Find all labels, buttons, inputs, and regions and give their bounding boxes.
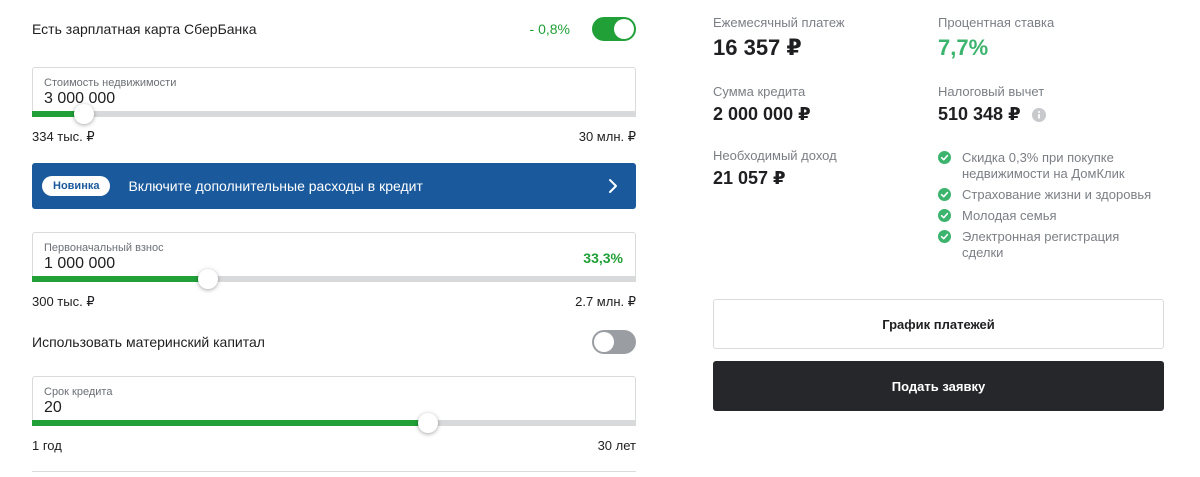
loan-term-input[interactable]: 20 [44,399,62,417]
loan-amount: Сумма кредита 2 000 000 ₽ [713,84,811,125]
tax-deduction: Налоговый вычет 510 348 ₽ [938,84,1046,125]
salary-card-label: Есть зарплатная карта СберБанка [32,21,257,37]
check-circle-icon [938,230,951,243]
promo-banner[interactable]: Новинка Включите дополнительные расходы … [32,163,636,209]
loan-term-label: Срок кредита [44,386,113,398]
down-payment-input[interactable]: 1 000 000 [44,255,115,273]
maternity-capital-label: Использовать материнский капитал [32,334,265,350]
down-payment-label: Первоначальный взнос [44,242,164,254]
range-max: 2.7 млн. ₽ [575,294,636,309]
benefit-text: Молодая семья [962,208,1057,223]
benefit-text: Страхование жизни и здоровья [962,187,1152,202]
loan-term-slider[interactable] [32,413,636,433]
salary-card-row: Есть зарплатная карта СберБанка - 0,8% [32,16,636,42]
list-item: Электронная регистрация сделки [938,229,1164,261]
tax-deduction-value: 510 348 ₽ [938,104,1021,124]
down-payment-range: 300 тыс. ₽ 2.7 млн. ₽ [32,294,636,310]
monthly-payment-value: 16 357 ₽ [713,35,802,60]
range-max: 30 млн. ₽ [578,129,636,144]
monthly-payment: Ежемесячный платеж 16 357 ₽ [713,15,845,61]
property-cost-slider[interactable] [32,104,636,124]
salary-card-discount: - 0,8% [529,21,570,37]
check-circle-icon [938,209,951,222]
divider [32,471,636,472]
range-min: 1 год [32,438,62,453]
toggle-knob [594,332,614,352]
calculator-form: Есть зарплатная карта СберБанка - 0,8% С… [32,0,636,477]
monthly-payment-label: Ежемесячный платеж [713,15,845,30]
loan-amount-value: 2 000 000 ₽ [713,104,811,124]
property-cost-range: 334 тыс. ₽ 30 млн. ₽ [32,129,636,145]
required-income-value: 21 057 ₽ [713,168,786,188]
list-item: Страхование жизни и здоровья [938,187,1164,203]
slider-thumb[interactable] [198,269,219,289]
new-badge: Новинка [42,176,111,196]
check-circle-icon [938,151,951,164]
benefit-text: Скидка 0,3% при покупке недвижимости на … [962,150,1125,181]
benefit-text: Электронная регистрация сделки [962,229,1120,260]
range-max: 30 лет [597,438,636,453]
range-min: 334 тыс. ₽ [32,129,95,144]
toggle-knob [614,19,634,39]
interest-rate-value: 7,7% [938,35,989,60]
check-circle-icon [938,188,951,201]
chevron-right-icon [609,179,617,193]
benefits-list: Скидка 0,3% при покупке недвижимости на … [938,150,1164,266]
loan-term-field[interactable]: Срок кредита 20 [32,376,636,433]
apply-button[interactable]: Подать заявку [713,361,1164,411]
list-item: Скидка 0,3% при покупке недвижимости на … [938,150,1164,182]
slider-thumb[interactable] [417,413,438,433]
info-icon[interactable] [1031,108,1046,123]
down-payment-field[interactable]: Первоначальный взнос 1 000 000 33,3% [32,232,636,289]
slider-fill [32,276,209,282]
slider-thumb[interactable] [73,104,94,124]
promo-text: Включите дополнительные расходы в кредит [128,178,423,194]
loan-summary: Ежемесячный платеж 16 357 ₽ Процентная с… [713,0,1164,477]
required-income-label: Необходимый доход [713,148,837,163]
loan-term-range: 1 год 30 лет [32,438,636,453]
maternity-capital-row: Использовать материнский капитал [32,329,636,355]
property-cost-field[interactable]: Стоимость недвижимости 3 000 000 [32,67,636,124]
tax-deduction-row: 510 348 ₽ [938,104,1046,125]
down-payment-percent: 33,3% [583,250,623,266]
interest-rate-label: Процентная ставка [938,15,1055,30]
payment-schedule-button[interactable]: График платежей [713,299,1164,349]
tax-deduction-label: Налоговый вычет [938,84,1045,99]
maternity-capital-toggle[interactable] [592,330,636,354]
salary-card-toggle[interactable] [592,17,636,41]
down-payment-slider[interactable] [32,269,636,289]
interest-rate: Процентная ставка 7,7% [938,15,1054,61]
loan-amount-label: Сумма кредита [713,84,806,99]
required-income: Необходимый доход 21 057 ₽ [713,148,837,189]
slider-fill [32,420,428,426]
list-item: Молодая семья [938,208,1164,224]
range-min: 300 тыс. ₽ [32,294,95,309]
property-cost-label: Стоимость недвижимости [44,77,177,89]
